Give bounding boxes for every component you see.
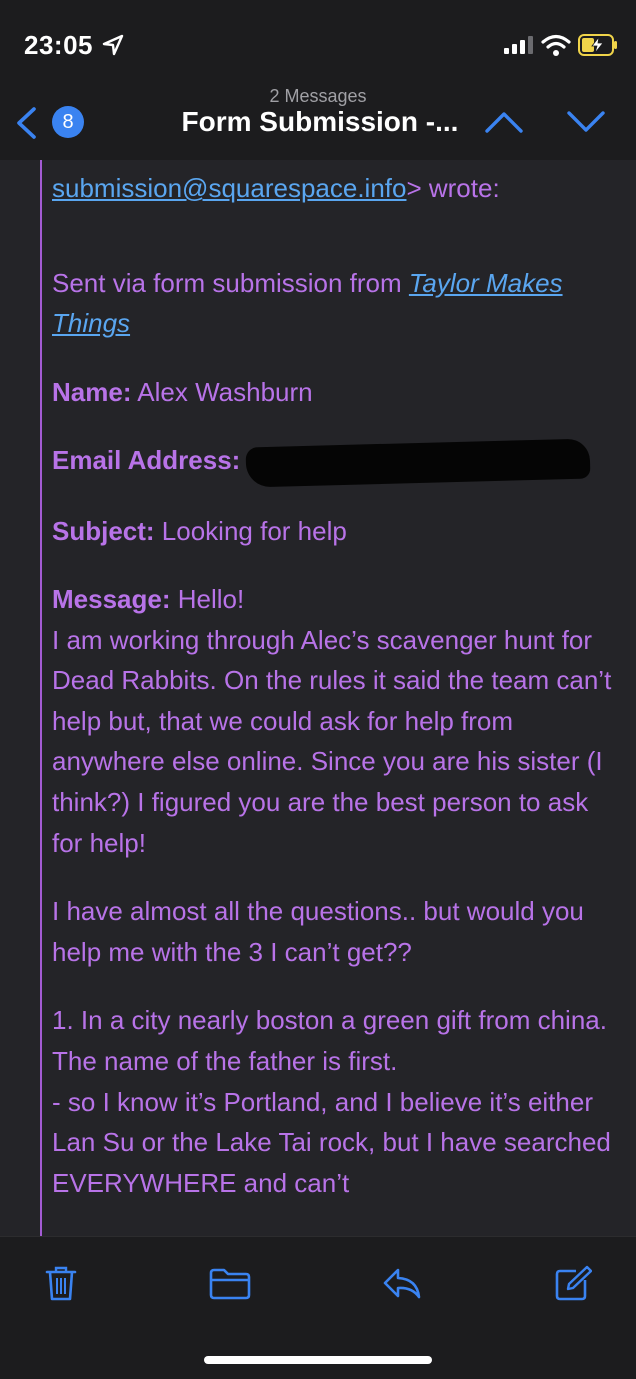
message-paragraph-1: I am working through Alec’s scavenger hu…	[52, 624, 612, 858]
subject-label: Subject:	[52, 515, 155, 546]
wifi-icon	[541, 34, 571, 56]
subject-value: Looking for help	[154, 515, 347, 546]
home-indicator[interactable]	[204, 1356, 432, 1364]
signal-icon	[504, 36, 533, 54]
message-value: Hello!	[170, 584, 245, 615]
message-count-subtitle: 2 Messages	[269, 86, 367, 106]
navigation-bar: 8 2 Messages Form Submission -...	[0, 82, 636, 160]
location-arrow-icon	[102, 34, 124, 56]
page-title: Form Submission -...	[181, 106, 459, 137]
compose-icon[interactable]	[554, 1265, 592, 1301]
status-time: 23:05	[24, 30, 93, 60]
folder-icon[interactable]	[208, 1265, 252, 1301]
message-body[interactable]: submission@squarespace.info> wrote: Sent…	[0, 160, 636, 1236]
sent-via-line: Sent via form submission from Taylor Mak…	[52, 263, 622, 344]
quote-header-suffix: > wrote:	[406, 173, 500, 203]
message-line: Message: Hello!	[52, 579, 622, 620]
chevron-down-icon[interactable]	[566, 110, 606, 134]
quote-bar	[40, 160, 42, 1236]
name-line: Name: Alex Washburn	[52, 372, 622, 413]
message-label: Message:	[52, 584, 171, 615]
unread-count-badge[interactable]: 8	[52, 106, 84, 138]
chevron-up-icon[interactable]	[484, 110, 524, 134]
email-label: Email Address:	[52, 445, 241, 476]
redacted-email	[245, 438, 591, 487]
name-label: Name:	[52, 376, 132, 407]
quote-header: submission@squarespace.info> wrote:	[52, 168, 622, 209]
name-value: Alex Washburn	[131, 376, 313, 407]
question-1-note: - so I know it’s Portland, and I believe…	[52, 1086, 611, 1198]
quoted-message: submission@squarespace.info> wrote: Sent…	[52, 160, 622, 1203]
trash-icon[interactable]	[44, 1265, 78, 1301]
sender-email-link[interactable]: submission@squarespace.info	[52, 173, 406, 203]
subject-line: Subject: Looking for help	[52, 511, 622, 552]
status-bar: 23:05	[0, 0, 636, 92]
battery-charging-icon	[578, 34, 617, 56]
back-chevron-icon[interactable]	[14, 106, 38, 140]
message-paragraph-2: I have almost all the questions.. but wo…	[52, 896, 584, 967]
question-1: 1. In a city nearly boston a green gift …	[52, 1005, 607, 1077]
sent-via-text: Sent via form submission from	[52, 267, 409, 298]
email-line: Email Address:	[52, 438, 622, 487]
reply-icon[interactable]	[382, 1265, 422, 1301]
